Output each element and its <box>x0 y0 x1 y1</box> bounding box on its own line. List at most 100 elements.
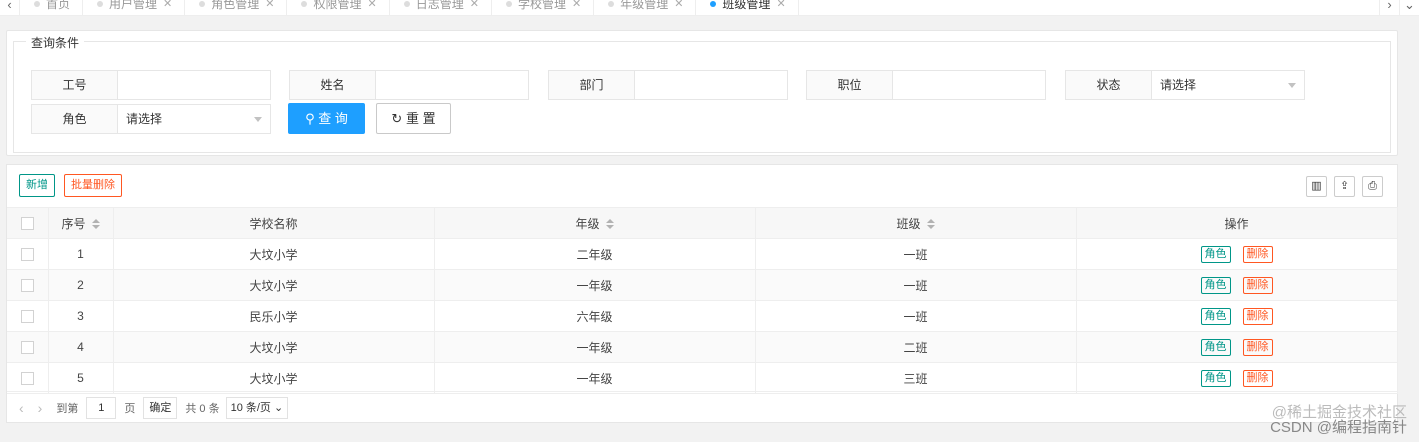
query-button[interactable]: ⚲ 查 询 <box>288 103 365 134</box>
chevron-down-icon: ⌄ <box>274 401 284 414</box>
page-number-input[interactable]: 1 <box>86 396 117 419</box>
tab-label: 用户管理 <box>109 0 158 11</box>
select-all-checkbox[interactable] <box>20 217 34 231</box>
tab-class-management[interactable]: 班级管理 ✕ <box>696 0 799 15</box>
name-input[interactable] <box>376 71 528 99</box>
col-header-class[interactable]: 班级 <box>755 207 1077 239</box>
row-checkbox[interactable] <box>20 279 34 293</box>
role-label: 角色 <box>32 105 118 133</box>
cell-index: 3 <box>48 300 114 332</box>
row-delete-button[interactable]: 删除 <box>1242 276 1273 294</box>
cell-ops: 角色 删除 <box>1076 362 1398 394</box>
cell-grade: 一年级 <box>434 331 756 363</box>
row-checkbox[interactable] <box>20 248 34 262</box>
sort-icon[interactable] <box>605 219 614 230</box>
tab-user-management[interactable]: 用户管理 ✕ <box>83 0 186 15</box>
tab-school-management[interactable]: 学校管理 ✕ <box>492 0 595 15</box>
status-field: 状态 请选择 <box>1065 70 1305 100</box>
table-row: 1 大坟小学 二年级 一班 角色 删除 <box>7 238 1398 270</box>
col-header-ops: 操作 <box>1076 207 1398 239</box>
close-icon[interactable]: ✕ <box>470 0 479 15</box>
row-role-button[interactable]: 角色 <box>1200 369 1231 387</box>
row-checkbox[interactable] <box>20 341 34 355</box>
goto-label: 到第 <box>56 402 79 415</box>
page-size-value: 10 条/页 <box>230 401 271 414</box>
row-select-cell <box>7 362 49 394</box>
row-delete-button[interactable]: 删除 <box>1242 307 1273 325</box>
page-label: 页 <box>124 402 136 415</box>
tab-role-management[interactable]: 角色管理 ✕ <box>185 0 288 15</box>
dept-input[interactable] <box>635 71 787 99</box>
refresh-icon: ↻ <box>391 111 403 126</box>
cell-grade: 一年级 <box>434 269 756 301</box>
tab-menu-icon[interactable]: ⌄ <box>1399 0 1419 15</box>
cell-index: 1 <box>48 238 114 270</box>
batch-delete-button[interactable]: 批量删除 <box>64 174 122 197</box>
row-checkbox[interactable] <box>20 310 34 324</box>
data-table: 序号 学校名称 年级 班级 操作 1 大坟小学 二年级 一班 角色 删除 2 大坟… <box>7 207 1398 394</box>
tab-grade-management[interactable]: 年级管理 ✕ <box>594 0 697 15</box>
status-select[interactable]: 请选择 <box>1152 71 1304 99</box>
page-size-select[interactable]: 10 条/页 ⌄ <box>225 396 289 419</box>
next-page-icon[interactable]: › <box>38 400 43 416</box>
row-delete-button[interactable]: 删除 <box>1242 338 1273 356</box>
tab-log-management[interactable]: 日志管理 ✕ <box>390 0 492 15</box>
search-panel: 查询条件 工号 姓名 部门 职位 状态 请选择 角色 请选择 <box>6 30 1398 156</box>
close-icon[interactable]: ✕ <box>572 0 581 15</box>
tab-scroll-right-icon[interactable]: › <box>1379 0 1399 15</box>
jobno-input[interactable] <box>118 71 270 99</box>
print-icon[interactable]: ⎙ <box>1362 176 1383 197</box>
position-input[interactable] <box>893 71 1045 99</box>
sort-icon[interactable] <box>926 219 935 230</box>
row-delete-button[interactable]: 删除 <box>1242 369 1273 387</box>
close-icon[interactable]: ✕ <box>163 0 172 15</box>
close-icon[interactable]: ✕ <box>368 0 377 15</box>
close-icon[interactable]: ✕ <box>265 0 274 15</box>
cell-index: 2 <box>48 269 114 301</box>
name-label: 姓名 <box>290 71 376 99</box>
cell-ops: 角色 删除 <box>1076 331 1398 363</box>
reset-button[interactable]: ↻ 重 置 <box>376 103 451 134</box>
table-row: 3 民乐小学 六年级 一班 角色 删除 <box>7 300 1398 332</box>
row-select-cell <box>7 331 49 363</box>
cell-grade: 一年级 <box>434 362 756 394</box>
tab-label: 权限管理 <box>313 0 362 11</box>
row-role-button[interactable]: 角色 <box>1200 338 1231 356</box>
position-label: 职位 <box>807 71 893 99</box>
col-header-grade[interactable]: 年级 <box>434 207 756 239</box>
select-all-cell <box>7 207 49 239</box>
add-button[interactable]: 新增 <box>19 174 55 197</box>
status-label: 状态 <box>1066 71 1152 99</box>
tab-label: 班级管理 <box>722 0 771 11</box>
row-checkbox[interactable] <box>20 372 34 386</box>
watermark-line2: CSDN @编程指南针 <box>1270 419 1407 436</box>
columns-filter-icon[interactable]: ▥ <box>1306 176 1327 197</box>
col-header-label: 班级 <box>896 216 921 231</box>
export-icon[interactable]: ⇪ <box>1334 176 1355 197</box>
row-role-button[interactable]: 角色 <box>1200 307 1231 325</box>
cell-index: 5 <box>48 362 114 394</box>
row-delete-button[interactable]: 删除 <box>1242 245 1273 263</box>
role-select[interactable]: 请选择 <box>118 105 270 133</box>
goto-confirm-button[interactable]: 确定 <box>143 396 178 419</box>
tab-label: 学校管理 <box>517 0 566 11</box>
close-icon[interactable]: ✕ <box>674 0 683 15</box>
sort-icon[interactable] <box>91 219 100 230</box>
cell-school: 大坟小学 <box>113 238 435 270</box>
col-header-label: 序号 <box>61 216 86 231</box>
tab-dot-icon <box>608 1 615 7</box>
tab-label: 首页 <box>46 0 71 11</box>
row-role-button[interactable]: 角色 <box>1200 276 1231 294</box>
query-button-label: 查 询 <box>318 111 348 126</box>
tab-dot-icon <box>710 1 717 7</box>
col-header-index[interactable]: 序号 <box>48 207 114 239</box>
close-icon[interactable]: ✕ <box>776 0 785 15</box>
tab-scroll-left-icon[interactable]: ‹ <box>0 0 20 15</box>
tab-label: 角色管理 <box>211 0 260 11</box>
col-header-label: 年级 <box>575 216 600 231</box>
row-role-button[interactable]: 角色 <box>1200 245 1231 263</box>
tab-label: 日志管理 <box>415 0 464 11</box>
tab-permission-management[interactable]: 权限管理 ✕ <box>287 0 390 15</box>
prev-page-icon[interactable]: ‹ <box>19 400 24 416</box>
tab-home[interactable]: 首页 <box>20 0 84 15</box>
